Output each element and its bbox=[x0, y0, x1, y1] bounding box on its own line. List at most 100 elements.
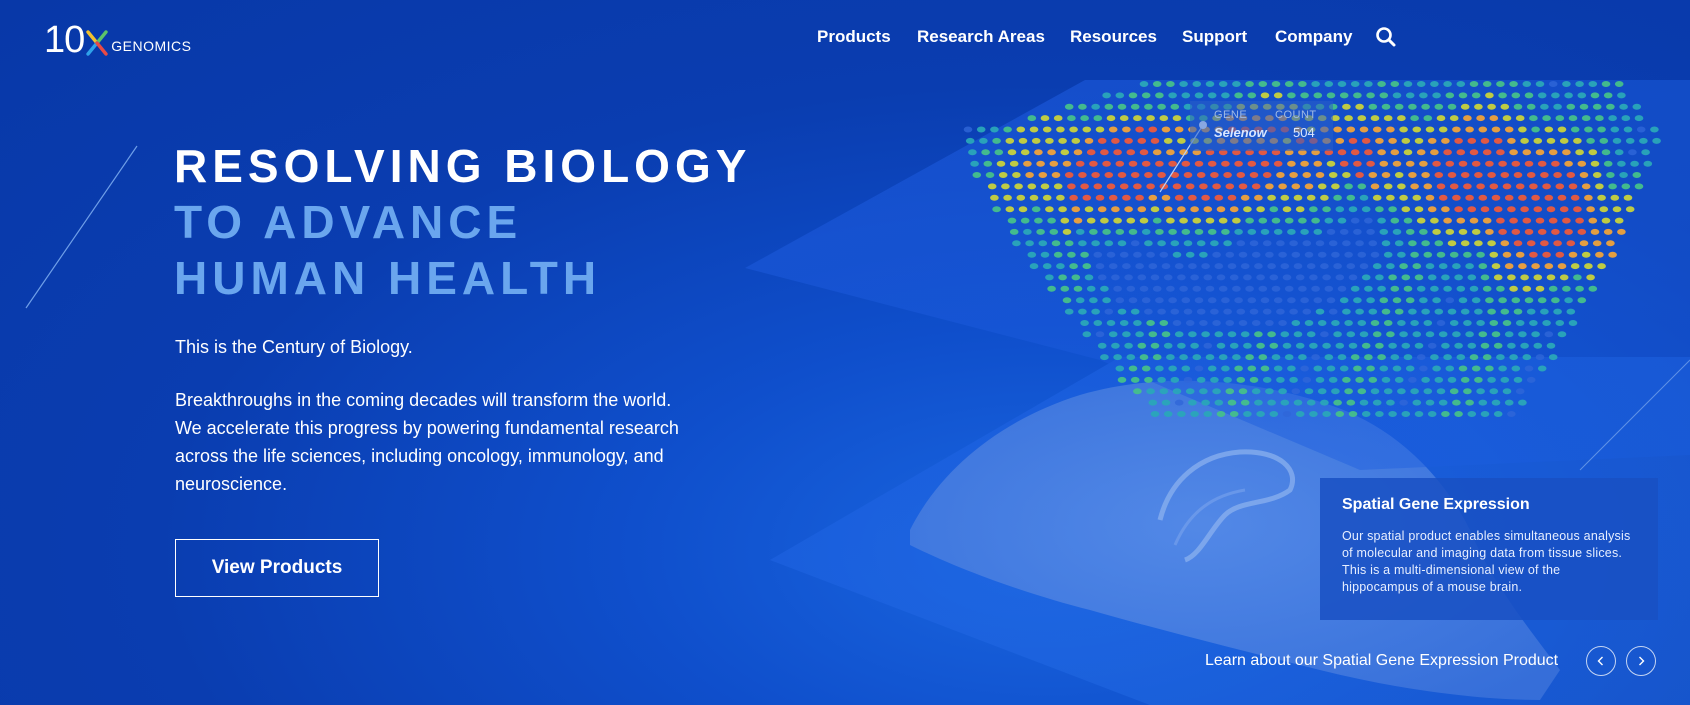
expression-dot bbox=[1210, 172, 1219, 178]
expression-dot bbox=[1157, 103, 1166, 110]
expression-dot bbox=[1137, 342, 1147, 349]
expression-dot bbox=[1247, 297, 1257, 304]
carousel-prev-button[interactable] bbox=[1586, 646, 1616, 676]
expression-dot bbox=[1342, 376, 1351, 383]
expression-dot bbox=[1254, 331, 1263, 338]
expression-dot bbox=[1326, 92, 1336, 99]
expression-dot bbox=[1254, 194, 1263, 201]
expression-dot bbox=[1568, 183, 1578, 190]
expression-dot bbox=[1377, 149, 1386, 156]
expression-dot bbox=[1423, 251, 1433, 258]
expression-dot bbox=[1102, 228, 1111, 235]
expression-dot bbox=[1535, 81, 1545, 87]
expression-dot bbox=[1575, 149, 1584, 156]
expression-dot bbox=[1623, 194, 1633, 201]
expression-dot bbox=[1522, 81, 1532, 87]
expression-dot bbox=[1399, 263, 1408, 270]
expression-dot bbox=[1038, 240, 1048, 247]
expression-dot bbox=[1447, 103, 1457, 110]
expression-dot bbox=[1551, 297, 1560, 304]
expression-dot bbox=[1346, 263, 1356, 270]
expression-dot bbox=[1553, 240, 1562, 247]
carousel-next-button[interactable] bbox=[1626, 646, 1656, 676]
expression-dot bbox=[1276, 376, 1285, 383]
expression-dot bbox=[1496, 149, 1505, 156]
hero-title: RESOLVING BIOLOGY TO ADVANCE HUMAN HEALT… bbox=[174, 138, 751, 306]
expression-dot bbox=[1441, 137, 1450, 144]
expression-dot bbox=[1300, 160, 1309, 167]
expression-dot bbox=[1419, 160, 1428, 167]
expression-dot bbox=[1289, 240, 1298, 247]
search-icon[interactable] bbox=[1375, 26, 1397, 48]
expression-dot bbox=[1577, 92, 1587, 99]
expression-dot bbox=[1348, 342, 1358, 349]
hero-title-line-1: RESOLVING BIOLOGY bbox=[174, 140, 752, 192]
expression-dot bbox=[1084, 274, 1094, 281]
expression-dot bbox=[1218, 285, 1228, 292]
expression-dot bbox=[1269, 342, 1279, 349]
expression-dot bbox=[1339, 160, 1349, 167]
expression-dot bbox=[1463, 320, 1472, 326]
expression-dot bbox=[1192, 285, 1202, 292]
expression-dot bbox=[1122, 263, 1131, 270]
expression-dot bbox=[1062, 228, 1072, 235]
expression-dot bbox=[1126, 149, 1136, 156]
expression-dot bbox=[1221, 160, 1230, 167]
expression-dot bbox=[1394, 376, 1404, 383]
expression-dot bbox=[1313, 228, 1323, 235]
expression-dot bbox=[1372, 194, 1382, 201]
expression-dot bbox=[1478, 331, 1488, 338]
expression-dot bbox=[1018, 137, 1028, 144]
nav-products[interactable]: Products bbox=[817, 27, 891, 47]
expression-dot bbox=[1124, 342, 1133, 349]
expression-dot bbox=[1339, 365, 1349, 372]
expression-dot bbox=[1223, 308, 1232, 315]
expression-dot bbox=[1188, 331, 1197, 338]
expression-dot bbox=[1328, 172, 1338, 178]
expression-dot bbox=[1135, 263, 1144, 270]
view-products-button[interactable]: View Products bbox=[175, 539, 379, 597]
expression-dot bbox=[1020, 217, 1030, 224]
expression-dot bbox=[1229, 411, 1239, 417]
expression-dot bbox=[1357, 183, 1367, 190]
expression-dot bbox=[1216, 342, 1226, 349]
expression-dot bbox=[1298, 354, 1307, 361]
expression-dot bbox=[1254, 399, 1263, 406]
expression-dot bbox=[1515, 183, 1525, 190]
learn-spatial-link[interactable]: Learn about our Spatial Gene Expression … bbox=[1205, 652, 1558, 670]
expression-dot bbox=[1390, 217, 1400, 224]
brand-logo[interactable]: 10 GENOMICS bbox=[44, 21, 192, 59]
nav-company[interactable]: Company bbox=[1275, 27, 1352, 47]
nav-resources[interactable]: Resources bbox=[1070, 27, 1157, 47]
nav-support[interactable]: Support bbox=[1182, 27, 1247, 47]
nav-research-areas[interactable]: Research Areas bbox=[917, 27, 1045, 47]
expression-dot bbox=[1047, 285, 1056, 292]
hero-title-line-2: TO ADVANCE bbox=[174, 196, 523, 248]
expression-dot bbox=[1133, 388, 1142, 395]
expression-dot bbox=[1469, 285, 1479, 292]
expression-dot bbox=[1524, 160, 1534, 167]
expression-dot bbox=[1377, 285, 1386, 292]
expression-dot bbox=[1500, 308, 1510, 315]
expression-dot bbox=[1311, 285, 1320, 292]
expression-dot bbox=[1625, 206, 1635, 213]
expression-dot bbox=[1139, 81, 1149, 87]
expression-dot bbox=[1460, 376, 1470, 383]
expression-dot bbox=[1476, 183, 1485, 190]
expression-dot bbox=[1562, 149, 1571, 156]
expression-dot bbox=[1047, 217, 1056, 224]
expression-dot bbox=[1071, 137, 1081, 144]
expression-dot bbox=[1445, 365, 1455, 372]
expression-dot bbox=[1441, 411, 1450, 417]
expression-dot bbox=[1053, 115, 1063, 122]
expression-dot bbox=[1606, 103, 1615, 110]
expression-dot bbox=[1562, 217, 1571, 224]
expression-dot bbox=[1476, 388, 1485, 395]
expression-dot bbox=[1546, 342, 1556, 349]
expression-dot bbox=[1491, 194, 1501, 201]
expression-dot bbox=[1192, 81, 1202, 87]
expression-dot bbox=[1608, 251, 1617, 258]
expression-dot bbox=[1293, 399, 1303, 406]
expression-dot bbox=[1111, 206, 1120, 213]
expression-dot bbox=[1498, 92, 1507, 99]
